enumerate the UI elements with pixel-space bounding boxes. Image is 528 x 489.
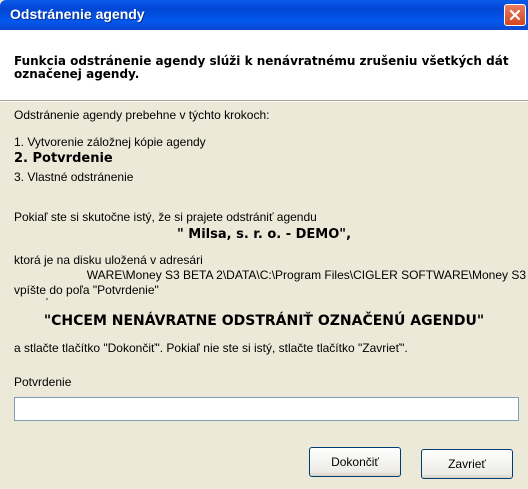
agenda-path-text: WARE\Money S3 BETA 2\DATA\C:\Program Fil… [86,268,526,282]
header-description: Funkcia odstránenie agendy slúži k nenáv… [14,54,509,81]
step-confirmation-current: 2. Potvrdenie [14,151,113,166]
agenda-name: " Milsa, s. r. o. - DEMO", [176,227,352,242]
confirmation-label: Potvrdenie [14,375,72,389]
step-backup: 1. Vytvorenie záložnej kópie agendy [14,135,206,149]
write-into-text: vpíšte do poľa "Potvrdenie" [14,283,159,297]
agenda-path: WARE\Money S3 BETA 2\DATA\C:\Program Fil… [0,268,528,284]
window-title: Odstránenie agendy [10,6,145,22]
close-dialog-button[interactable]: Zavrieť [421,449,513,479]
dialog-body: Funkcia odstránenie agendy slúži k nenáv… [0,30,528,489]
location-text: ktorá je na disku uložená v adresári [14,253,203,267]
close-icon [509,9,521,21]
close-button[interactable] [504,4,526,26]
header-panel: Funkcia odstránenie agendy slúži k nenáv… [0,30,528,100]
confirmation-phrase: "CHCEM NENÁVRATNE ODSTRÁNIŤ OZNAČENÚ AGE… [43,313,485,329]
steps-intro: Odstránenie agendy prebehne v týchto kro… [14,108,270,122]
confirmation-input[interactable] [14,397,519,421]
finish-button[interactable]: Dokončiť [309,447,401,477]
step-removal: 3. Vlastné odstránenie [14,170,134,184]
dialog-window: Odstránenie agendy Funkcia odstránenie a… [0,0,528,489]
confirm-question: Pokiaľ ste si skutočne istý, že si praje… [14,210,317,224]
instructions-text: a stlačte tlačítko "Dokončiť". Pokiaľ ni… [14,341,408,355]
title-bar[interactable]: Odstránenie agendy [0,0,528,30]
phrase-marker: ' [46,297,48,308]
header-divider [0,100,528,102]
